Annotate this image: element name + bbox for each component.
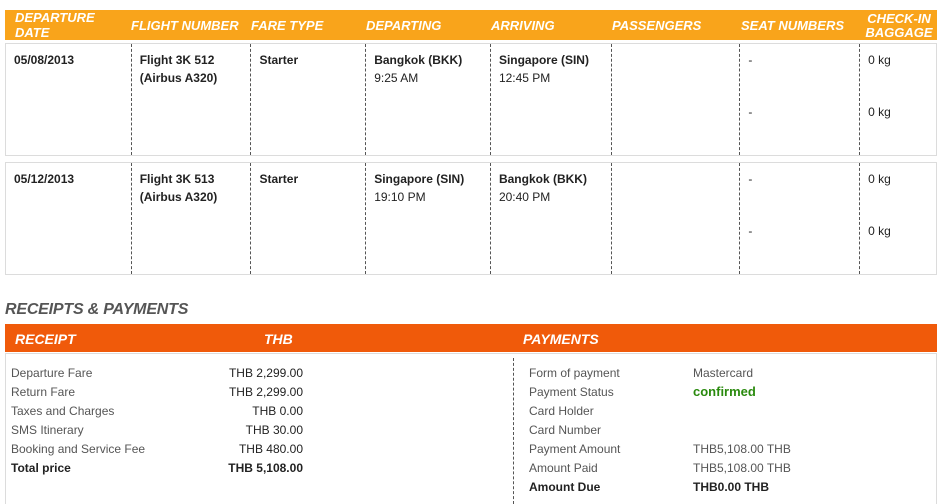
arriving-city: Bangkok (BKK) [498, 172, 587, 186]
aircraft-type: (Airbus A320) [139, 71, 218, 85]
seat-number: - [748, 105, 753, 119]
amount-paid-value: THB5,108.00 THB [693, 460, 791, 475]
total-price-row: Total price THB 5,108.00 [11, 458, 303, 477]
header-passengers: PASSENGERS [612, 17, 702, 33]
header-departing: DEPARTING [366, 17, 442, 33]
receipts-body: Departure Fare THB 2,299.00 Return Fare … [5, 353, 937, 504]
seat-number: - [748, 172, 753, 186]
arriving-cell: Bangkok (BKK) 20:40 PM [491, 163, 612, 274]
baggage-weight: 0 kg [868, 53, 891, 67]
aircraft-type: (Airbus A320) [139, 190, 218, 204]
table-row: 05/12/2013 Flight 3K 513 (Airbus A320) S… [5, 162, 937, 275]
arriving-city: Singapore (SIN) [498, 53, 589, 67]
receipt-value: THB 0.00 [252, 403, 303, 418]
departure-date: 05/12/2013 [6, 163, 132, 274]
receipt-value: THB 480.00 [238, 441, 303, 456]
list-item: Card Holder [529, 401, 829, 420]
departing-time: 9:25 AM [374, 71, 419, 85]
departing-time: 19:10 PM [374, 190, 426, 204]
total-price-value: THB 5,108.00 [228, 460, 303, 475]
passengers-cell [612, 44, 741, 155]
list-item: Form of payment Mastercard [529, 363, 829, 382]
arriving-cell: Singapore (SIN) 12:45 PM [491, 44, 612, 155]
table-row: 05/08/2013 Flight 3K 512 (Airbus A320) S… [5, 43, 937, 156]
header-receipt: RECEIPT [15, 331, 76, 347]
header-departure-date: DEPARTURE DATE [15, 10, 95, 40]
header-flight-number: FLIGHT NUMBER [131, 17, 239, 33]
seat-numbers-cell: - - [740, 163, 861, 274]
list-item: Card Number [529, 420, 829, 439]
list-item: Taxes and Charges THB 0.00 [11, 401, 303, 420]
amount-due-row: Amount Due THB0.00 THB [529, 477, 829, 496]
column-divider [513, 358, 514, 504]
header-payments: PAYMENTS [523, 331, 599, 347]
receipt-label: Taxes and Charges [11, 403, 115, 418]
seat-number: - [748, 224, 753, 238]
receipt-label: Return Fare [11, 384, 76, 399]
list-item: Payment Amount THB5,108.00 THB [529, 439, 829, 458]
payment-label: Form of payment [529, 365, 620, 380]
flight-table: DEPARTURE DATE FLIGHT NUMBER FARE TYPE D… [5, 10, 937, 275]
header-baggage-label: BAGGAGE [865, 24, 933, 40]
receipt-label: Booking and Service Fee [11, 441, 146, 456]
header-checkin-baggage: CHECK-IN BAGGAGE [861, 10, 937, 40]
baggage-weight: 0 kg [868, 105, 891, 119]
header-fare-type: FARE TYPE [251, 17, 324, 33]
payment-label: Card Holder [529, 403, 594, 418]
receipt-list: Departure Fare THB 2,299.00 Return Fare … [11, 363, 303, 477]
list-item: Payment Status confirmed [529, 382, 829, 401]
payment-form-value: Mastercard [693, 365, 754, 380]
passengers-cell [612, 163, 741, 274]
payment-label: Amount Paid [529, 460, 598, 475]
receipts-header: RECEIPT THB PAYMENTS [5, 324, 937, 352]
payment-amount-value: THB5,108.00 THB [693, 441, 791, 456]
list-item: SMS Itinerary THB 30.00 [11, 420, 303, 439]
header-seat-numbers: SEAT NUMBERS [741, 17, 845, 33]
departing-city: Singapore (SIN) [374, 172, 465, 186]
header-checkin-label: CHECK-IN [867, 10, 931, 26]
list-item: Return Fare THB 2,299.00 [11, 382, 303, 401]
receipt-value: THB 30.00 [245, 422, 303, 437]
arriving-time: 20:40 PM [498, 190, 551, 204]
receipt-label: SMS Itinerary [11, 422, 84, 437]
receipt-value: THB 2,299.00 [228, 384, 303, 399]
departing-cell: Singapore (SIN) 19:10 PM [366, 163, 491, 274]
header-currency: THB [264, 331, 293, 347]
receipt-value: THB 2,299.00 [228, 365, 303, 380]
departing-cell: Bangkok (BKK) 9:25 AM [366, 44, 491, 155]
header-arriving: ARRIVING [491, 17, 555, 33]
departing-city: Bangkok (BKK) [374, 53, 463, 67]
payment-label: Payment Status [529, 384, 614, 399]
flight-table-header: DEPARTURE DATE FLIGHT NUMBER FARE TYPE D… [5, 10, 937, 40]
departure-date: 05/08/2013 [6, 44, 132, 155]
baggage-cell: 0 kg 0 kg [860, 163, 936, 274]
payment-label: Payment Amount [529, 441, 621, 456]
list-item: Booking and Service Fee THB 480.00 [11, 439, 303, 458]
flight-number: Flight 3K 513 [139, 172, 215, 186]
payment-label: Amount Due [529, 479, 601, 494]
section-title: RECEIPTS & PAYMENTS [5, 301, 189, 318]
flight-number-cell: Flight 3K 513 (Airbus A320) [132, 163, 252, 274]
list-item: Amount Paid THB5,108.00 THB [529, 458, 829, 477]
baggage-weight: 0 kg [868, 224, 891, 238]
status-badge: confirmed [693, 384, 756, 399]
list-item: Departure Fare THB 2,299.00 [11, 363, 303, 382]
receipt-label: Total price [11, 460, 71, 475]
payment-label: Card Number [529, 422, 602, 437]
fare-type: Starter [251, 44, 367, 155]
receipt-label: Departure Fare [11, 365, 93, 380]
flight-number: Flight 3K 512 [139, 53, 215, 67]
seat-numbers-cell: - - [740, 44, 861, 155]
seat-number: - [748, 53, 753, 67]
baggage-weight: 0 kg [868, 172, 891, 186]
flight-number-cell: Flight 3K 512 (Airbus A320) [132, 44, 252, 155]
baggage-cell: 0 kg 0 kg [860, 44, 936, 155]
arriving-time: 12:45 PM [498, 71, 551, 85]
payment-list: Form of payment Mastercard Payment Statu… [529, 363, 829, 496]
fare-type: Starter [251, 163, 367, 274]
amount-due-value: THB0.00 THB [693, 479, 770, 494]
